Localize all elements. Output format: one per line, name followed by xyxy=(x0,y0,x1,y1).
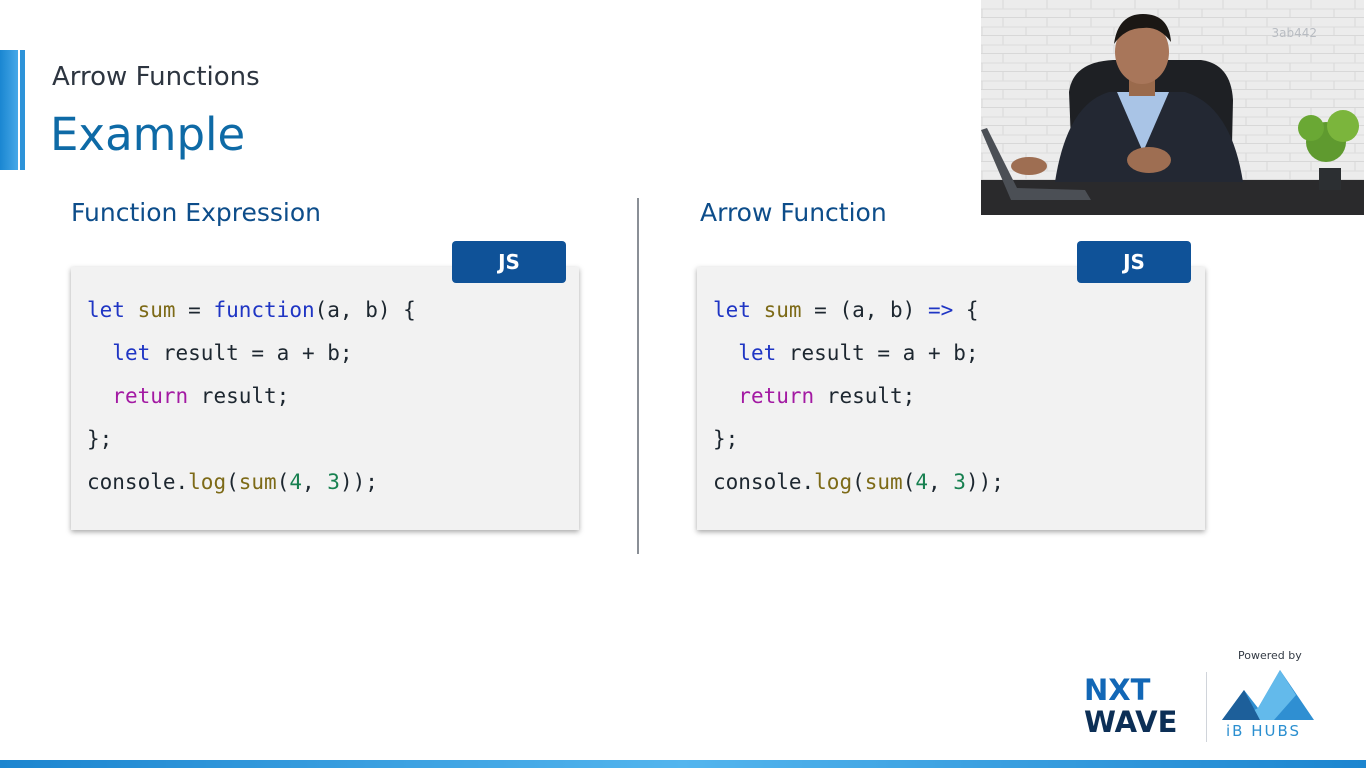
arrow-function-code-block: let sum = (a, b) => { let result = a + b… xyxy=(697,267,1205,530)
code-token: ( xyxy=(226,470,239,494)
slide-subtitle: Arrow Functions xyxy=(52,62,260,92)
code-line: console.log(sum(4, 3)); xyxy=(87,461,416,504)
code-token: function xyxy=(213,298,315,322)
code-token: )); xyxy=(339,470,378,494)
function-expression-code: let sum = function(a, b) { let result = … xyxy=(87,289,416,504)
code-token: return xyxy=(738,384,815,408)
code-token: result = a + b; xyxy=(776,341,979,365)
code-line: let sum = (a, b) => { xyxy=(713,289,1004,332)
code-token: 3 xyxy=(327,470,340,494)
code-token: log xyxy=(814,470,853,494)
code-token: sum xyxy=(864,470,903,494)
code-line: }; xyxy=(87,418,416,461)
code-token: result; xyxy=(188,384,290,408)
function-expression-heading: Function Expression xyxy=(71,198,321,227)
js-badge-left: JS xyxy=(452,241,566,283)
code-token: let xyxy=(87,298,125,322)
code-token: 3 xyxy=(953,470,966,494)
code-line: return result; xyxy=(713,375,1004,418)
presenter-video: 3ab442 xyxy=(981,0,1364,215)
code-token: sum xyxy=(137,298,176,322)
code-token: return xyxy=(112,384,189,408)
nxtwave-logo-line2: WAVE xyxy=(1084,705,1177,739)
code-token: ( xyxy=(276,470,290,494)
code-token: }; xyxy=(87,427,113,451)
code-line: console.log(sum(4, 3)); xyxy=(713,461,1004,504)
code-token: let xyxy=(713,298,751,322)
code-token: }; xyxy=(713,427,739,451)
arrow-function-code: let sum = (a, b) => { let result = a + b… xyxy=(713,289,1004,504)
code-token: 4 xyxy=(915,470,928,494)
slide-title: Example xyxy=(50,108,246,161)
nxtwave-logo: NXT WAVE xyxy=(1084,673,1177,739)
code-token: { xyxy=(953,298,979,322)
powered-by-label: Powered by xyxy=(1238,649,1302,662)
code-token: = xyxy=(175,298,214,322)
js-badge-right: JS xyxy=(1077,241,1191,283)
accent-bar-line xyxy=(20,50,25,170)
code-token: sum xyxy=(763,298,802,322)
code-token: = (a, b) xyxy=(801,298,928,322)
code-token: , xyxy=(928,470,954,494)
ib-hubs-label: iB HUBS xyxy=(1226,722,1302,740)
code-token: let xyxy=(112,341,151,365)
function-expression-code-block: let sum = function(a, b) { let result = … xyxy=(71,267,579,530)
column-divider xyxy=(637,198,639,554)
logo-divider xyxy=(1206,672,1207,742)
code-token: ( xyxy=(852,470,865,494)
code-token: )); xyxy=(965,470,1004,494)
code-line: }; xyxy=(713,418,1004,461)
video-id-label: 3ab442 xyxy=(1271,26,1317,40)
code-token: ( xyxy=(902,470,916,494)
slide: Arrow Functions Example Function Express… xyxy=(0,0,1366,768)
accent-bar xyxy=(0,50,18,170)
ib-hubs-mountain-icon xyxy=(1222,670,1314,720)
code-token: => xyxy=(927,298,954,322)
code-line: let result = a + b; xyxy=(87,332,416,375)
code-token: let xyxy=(738,341,777,365)
code-line: let sum = function(a, b) { xyxy=(87,289,416,332)
code-token: console. xyxy=(87,470,189,494)
code-token: result; xyxy=(814,384,916,408)
code-token: (a, b) { xyxy=(314,298,416,322)
nxtwave-logo-line1: NXT xyxy=(1084,673,1151,707)
code-token: console. xyxy=(713,470,815,494)
code-line: let result = a + b; xyxy=(713,332,1004,375)
code-token: sum xyxy=(238,470,277,494)
code-line: return result; xyxy=(87,375,416,418)
code-token: 4 xyxy=(289,470,302,494)
code-token: , xyxy=(302,470,328,494)
arrow-function-heading: Arrow Function xyxy=(700,198,887,227)
bottom-accent-bar xyxy=(0,760,1366,768)
code-token: log xyxy=(188,470,227,494)
code-token: result = a + b; xyxy=(150,341,353,365)
